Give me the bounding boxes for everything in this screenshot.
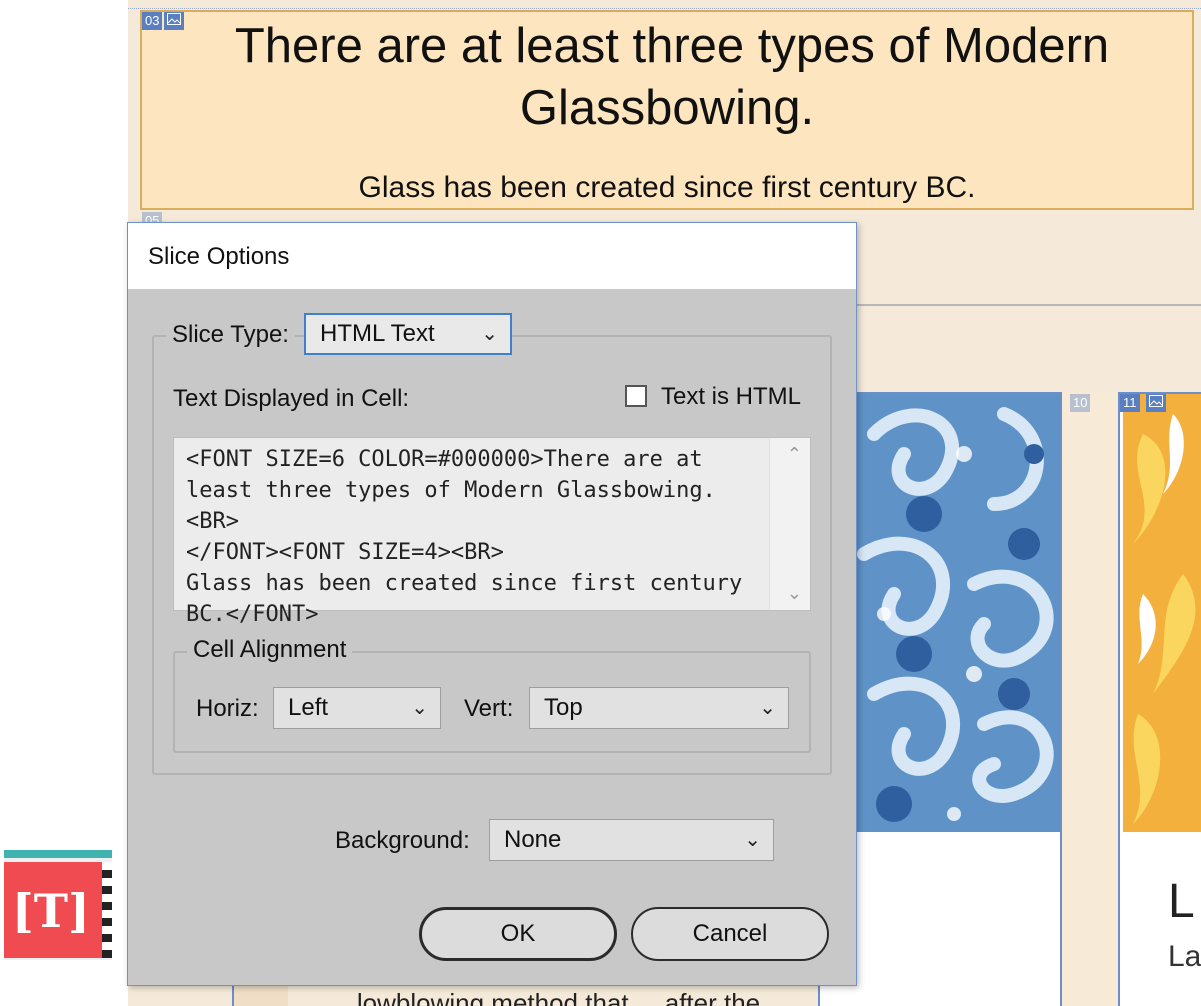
background-value: None xyxy=(504,826,562,853)
cell-text-content[interactable]: <FONT SIZE=6 COLOR=#000000>There are at … xyxy=(186,444,766,630)
slice-type-label: Slice Type: xyxy=(172,321,289,348)
chevron-down-icon: ⌄ xyxy=(744,829,761,851)
dialog-titlebar[interactable]: Slice Options xyxy=(128,223,856,289)
vert-label: Vert: xyxy=(464,695,514,722)
chevron-down-icon: ⌄ xyxy=(411,697,428,719)
headline-line-2: Glassbowing. xyxy=(519,81,815,135)
text-displayed-label: Text Displayed in Cell: xyxy=(173,385,410,412)
chevron-down-icon: ⌄ xyxy=(481,323,498,345)
slice-type-select[interactable]: HTML Text ⌄ xyxy=(304,313,512,355)
slice-type-legend: Slice Type: xyxy=(166,321,295,349)
headline-line-1: There are at least three types of Modern xyxy=(234,19,1110,73)
right-column-text: La xyxy=(1168,940,1201,973)
dialog-title: Slice Options xyxy=(148,243,290,270)
slice-type-value: HTML Text xyxy=(320,320,435,347)
text-is-html-checkbox[interactable] xyxy=(625,385,647,407)
artboard-edge xyxy=(128,8,1201,9)
icon-top-stripe xyxy=(4,850,112,858)
body-text-fragment: ... lowblowing method that ... after the xyxy=(328,988,761,1006)
chevron-up-icon[interactable]: ⌃ xyxy=(787,444,802,465)
slice-03-headline[interactable]: There are at least three types of Modern… xyxy=(140,10,1194,210)
orange-flame-image xyxy=(1123,394,1201,832)
subheadline: Glass has been created since first centu… xyxy=(358,171,976,204)
slice-number-badge-11: 11 xyxy=(1120,394,1140,412)
slice-number-badge-10: 10 xyxy=(1070,394,1091,412)
horiz-select[interactable]: Left ⌄ xyxy=(273,687,441,729)
icon-checker-edge xyxy=(102,862,112,958)
type-glyph: [T] xyxy=(12,884,90,938)
vert-select[interactable]: Top ⌄ xyxy=(529,687,789,729)
ok-button[interactable]: OK xyxy=(419,907,617,961)
cell-text-area[interactable]: <FONT SIZE=6 COLOR=#000000>There are at … xyxy=(173,437,811,627)
cell-alignment-legend: Cell Alignment xyxy=(187,636,353,664)
horiz-value: Left xyxy=(288,694,329,721)
right-column-heading: L xyxy=(1168,875,1195,928)
slice-options-dialog: Slice Options Slice Type: HTML Text ⌄ Te… xyxy=(127,222,857,986)
background-select[interactable]: None ⌄ xyxy=(489,819,774,861)
slice-number-badge: 03 xyxy=(142,12,163,30)
chevron-down-icon: ⌄ xyxy=(759,697,776,719)
chevron-down-icon[interactable]: ⌄ xyxy=(787,583,802,604)
gutter-column xyxy=(1062,392,1118,1006)
blue-swirl-image xyxy=(854,394,1060,832)
slice-image-icon xyxy=(164,12,184,30)
text-is-html-label[interactable]: Text is HTML xyxy=(661,383,801,411)
type-tool-icon[interactable]: [T] xyxy=(4,850,112,960)
vert-value: Top xyxy=(544,694,583,721)
horiz-label: Horiz: xyxy=(196,695,259,722)
background-label: Background: xyxy=(335,827,470,854)
slice-image-icon-11 xyxy=(1146,394,1166,412)
cancel-button[interactable]: Cancel xyxy=(631,907,829,961)
